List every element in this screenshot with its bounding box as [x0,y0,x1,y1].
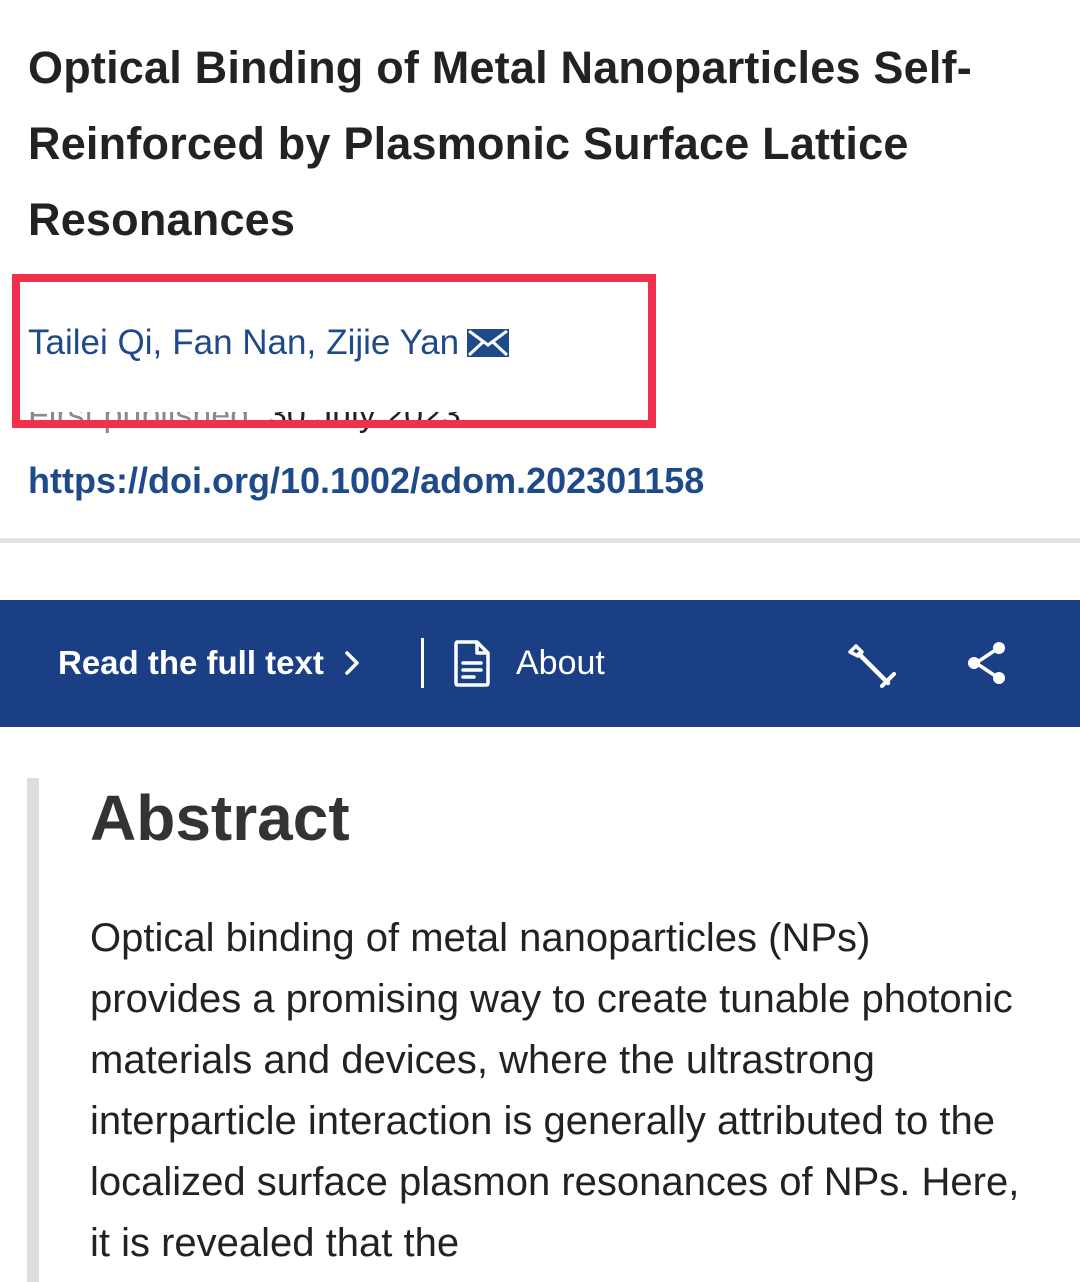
about-label: About [516,643,605,682]
author-separator: , [306,323,317,362]
author-link-qi[interactable]: Tailei Qi [28,318,152,368]
abstract-heading: Abstract [90,782,350,854]
article-toolbar: Read the full text About [0,600,1080,727]
doi-link[interactable]: https://doi.org/10.1002/adom.202301158 [28,458,704,504]
published-date: 30 July 2023 [268,412,461,434]
wrench-icon[interactable] [846,638,898,690]
section-divider [0,538,1080,543]
share-icon[interactable] [964,640,1010,686]
published-info: First published: 30 July 2023 [28,412,461,446]
published-label: First published: [28,412,259,434]
document-icon [454,640,490,687]
abstract-text: Optical binding of metal nanoparticles (… [90,916,1020,1265]
chevron-right-icon [345,651,359,675]
author-link-nan[interactable]: Fan Nan [172,318,306,368]
abstract-quote-bar [27,778,39,1282]
author-link-yan[interactable]: Zijie Yan [326,318,459,368]
about-button[interactable]: About [452,638,605,688]
article-title: Optical Binding of Metal Nanoparticles S… [28,42,972,245]
envelope-icon[interactable] [467,329,510,357]
read-full-text-button[interactable]: Read the full text [58,638,362,688]
author-separator: , [152,323,163,362]
toolbar-separator [421,638,424,688]
read-full-text-label: Read the full text [58,644,324,681]
author-list: Tailei Qi , Fan Nan , Zijie Yan [28,318,510,368]
